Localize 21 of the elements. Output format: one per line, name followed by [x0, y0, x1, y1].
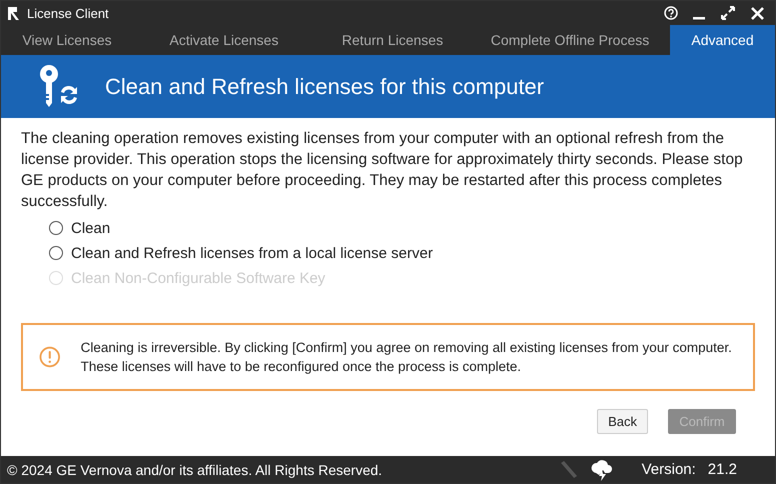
close-icon[interactable] — [750, 6, 765, 20]
radio-button[interactable] — [49, 221, 63, 235]
action-button[interactable]: Back — [597, 409, 648, 434]
tab[interactable]: Activate Licenses — [133, 25, 315, 55]
radio-button[interactable] — [49, 246, 63, 260]
help-icon[interactable] — [664, 6, 678, 20]
tab[interactable]: Advanced — [670, 25, 775, 55]
copyright-text: © 2024 GE Vernova and/or its affiliates. All Rights Reserved. — [7, 462, 384, 478]
tab[interactable]: Return Licenses — [315, 25, 470, 55]
tab[interactable]: Complete Offline Process — [470, 25, 670, 55]
description-text: The cleaning operation removes existing licenses from your computer with an optional refresh from the license provider. This operation stops the licensing software for approximately thirty seconds. Please stop GE products on your computer before proceeding. They may be restarted after this process completes successfully. — [21, 129, 744, 212]
version-label: Version: — [642, 461, 696, 478]
option-label[interactable]: Clean and Refresh licenses from a local license server — [71, 244, 433, 262]
maximize-icon[interactable] — [720, 5, 736, 21]
option-label[interactable]: Clean — [71, 220, 110, 236]
window-title: License Client — [27, 6, 110, 20]
page-heading: Clean and Refresh licenses for this computer — [105, 74, 544, 100]
version-number: 21.2 — [708, 461, 737, 478]
warning-text: Cleaning is irreversible. By clicking [Confirm] you agree on removing all existing licenses from your computer. These licenses will have to be reconfigured once the process is complete. — [80, 339, 733, 376]
tab[interactable]: View Licenses — [1, 25, 133, 55]
cloud-lightning-icon — [590, 458, 614, 480]
